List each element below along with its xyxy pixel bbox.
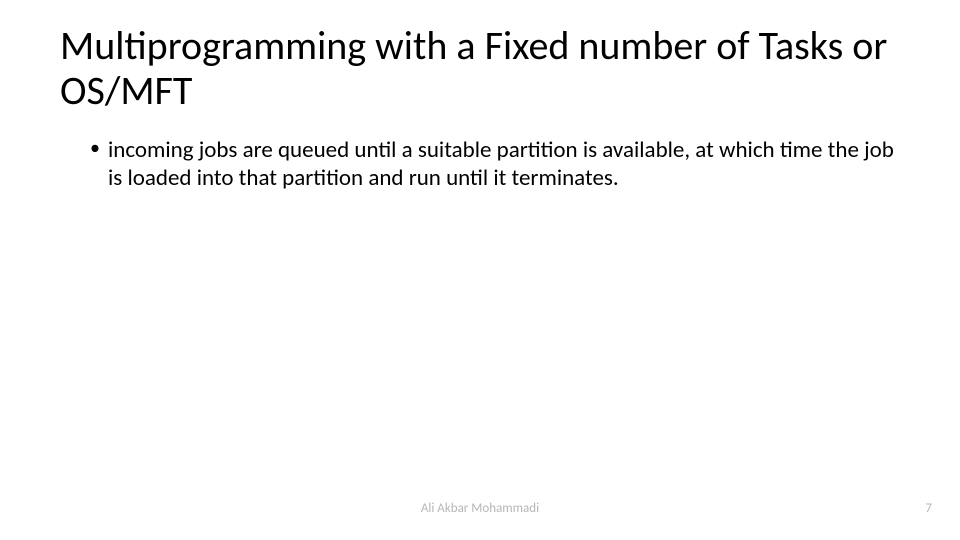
slide-title: Multiprogramming with a Fixed number of … — [60, 24, 900, 114]
footer-page-number: 7 — [925, 501, 932, 516]
bullet-item: incoming jobs are queued until a suitabl… — [90, 136, 900, 192]
slide: Multiprogramming with a Fixed number of … — [0, 0, 960, 540]
footer-author: Ali Akbar Mohammadi — [0, 501, 960, 516]
bullet-list: incoming jobs are queued until a suitabl… — [60, 136, 900, 192]
